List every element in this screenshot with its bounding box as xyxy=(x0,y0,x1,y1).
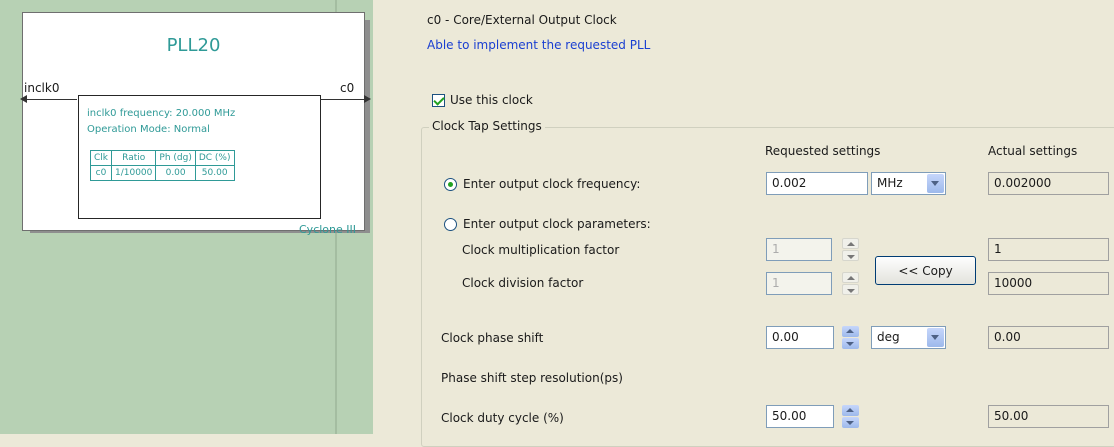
params-radio[interactable] xyxy=(444,217,457,231)
spin-up-icon[interactable] xyxy=(842,405,859,416)
freq-input[interactable]: 0.002 xyxy=(766,172,868,195)
input-arrow-icon xyxy=(20,95,27,103)
freq-unit-select[interactable]: MHz xyxy=(871,172,946,195)
phase-unit-select[interactable]: deg xyxy=(871,326,946,349)
spin-up-icon[interactable] xyxy=(842,326,859,337)
params-radio-row[interactable]: Enter output clock parameters: xyxy=(444,217,651,231)
duty-label: Clock duty cycle (%) xyxy=(441,411,564,425)
output-pin-label: c0 xyxy=(340,81,355,95)
table-row: c0 1/10000 0.00 50.00 xyxy=(90,165,235,181)
div-label: Clock division factor xyxy=(462,276,584,290)
requested-settings-header: Requested settings xyxy=(765,144,881,158)
input-frequency-text: inclk0 frequency: 20.000 MHz xyxy=(87,108,236,119)
use-clock-label[interactable]: Use this clock xyxy=(450,93,533,107)
spin-down-icon[interactable] xyxy=(842,417,859,428)
input-pin-label: inclk0 xyxy=(24,81,60,95)
spin-up-icon[interactable] xyxy=(842,272,859,283)
phase-unit-value: deg xyxy=(877,330,900,344)
table-cell: c0 xyxy=(90,165,112,181)
pll-core-box: inclk0 frequency: 20.000 MHz Operation M… xyxy=(78,95,321,219)
diagram-pane: PLL20 inclk0 frequency: 20.000 MHz Opera… xyxy=(0,0,373,434)
freq-radio-label[interactable]: Enter output clock frequency: xyxy=(463,177,640,191)
div-input[interactable]: 1 xyxy=(766,272,832,295)
clock-title: c0 - Core/External Output Clock xyxy=(427,13,617,27)
phase-input[interactable]: 0.00 xyxy=(766,326,834,349)
pll-block: PLL20 inclk0 frequency: 20.000 MHz Opera… xyxy=(22,12,365,236)
table-header-cell: Ph (dg) xyxy=(155,150,196,166)
copy-button[interactable]: << Copy xyxy=(875,256,976,285)
phase-actual-field: 0.00 xyxy=(988,326,1109,349)
chevron-down-icon[interactable] xyxy=(927,328,944,347)
clock-tap-settings-title: Clock Tap Settings xyxy=(429,119,545,133)
use-clock-checkbox-row[interactable]: Use this clock xyxy=(432,93,533,107)
table-header-row: Clk Ratio Ph (dg) DC (%) xyxy=(90,150,235,166)
spin-up-icon[interactable] xyxy=(842,238,859,249)
freq-actual-field: 0.002000 xyxy=(988,172,1109,195)
spin-down-icon[interactable] xyxy=(842,284,859,295)
table-cell: 50.00 xyxy=(194,165,235,181)
output-pin-line xyxy=(320,99,365,100)
phase-label: Clock phase shift xyxy=(441,331,544,345)
pll-title: PLL20 xyxy=(166,35,221,56)
clock-summary-table: Clk Ratio Ph (dg) DC (%) c0 1/10000 0.00… xyxy=(90,150,235,181)
input-pin-line xyxy=(22,99,77,100)
mult-input[interactable]: 1 xyxy=(766,238,832,261)
params-radio-label[interactable]: Enter output clock parameters: xyxy=(463,217,651,231)
freq-radio-row[interactable]: Enter output clock frequency: xyxy=(444,177,640,191)
duty-input[interactable]: 50.00 xyxy=(766,405,834,428)
table-header-cell: Clk xyxy=(90,150,112,166)
mult-actual-field: 1 xyxy=(988,238,1109,261)
spin-down-icon[interactable] xyxy=(842,338,859,349)
freq-unit-value: MHz xyxy=(877,176,903,190)
mult-label: Clock multiplication factor xyxy=(462,243,620,257)
table-header-cell: DC (%) xyxy=(194,150,235,166)
actual-settings-header: Actual settings xyxy=(988,144,1078,158)
use-clock-checkbox[interactable] xyxy=(432,93,445,107)
div-actual-field: 10000 xyxy=(988,272,1109,295)
table-cell: 1/10000 xyxy=(110,165,157,181)
operation-mode-text: Operation Mode: Normal xyxy=(87,124,210,135)
status-message: Able to implement the requested PLL xyxy=(427,38,651,52)
freq-radio[interactable] xyxy=(444,177,457,191)
duty-actual-field: 50.00 xyxy=(988,405,1109,428)
spin-down-icon[interactable] xyxy=(842,250,859,261)
phase-resolution-label: Phase shift step resolution(ps) xyxy=(441,371,623,385)
device-family-label: Cyclone III xyxy=(299,223,356,236)
output-arrow-icon xyxy=(364,95,371,103)
chevron-down-icon[interactable] xyxy=(927,174,944,193)
table-cell: 0.00 xyxy=(155,165,196,181)
table-header-cell: Ratio xyxy=(110,150,157,166)
